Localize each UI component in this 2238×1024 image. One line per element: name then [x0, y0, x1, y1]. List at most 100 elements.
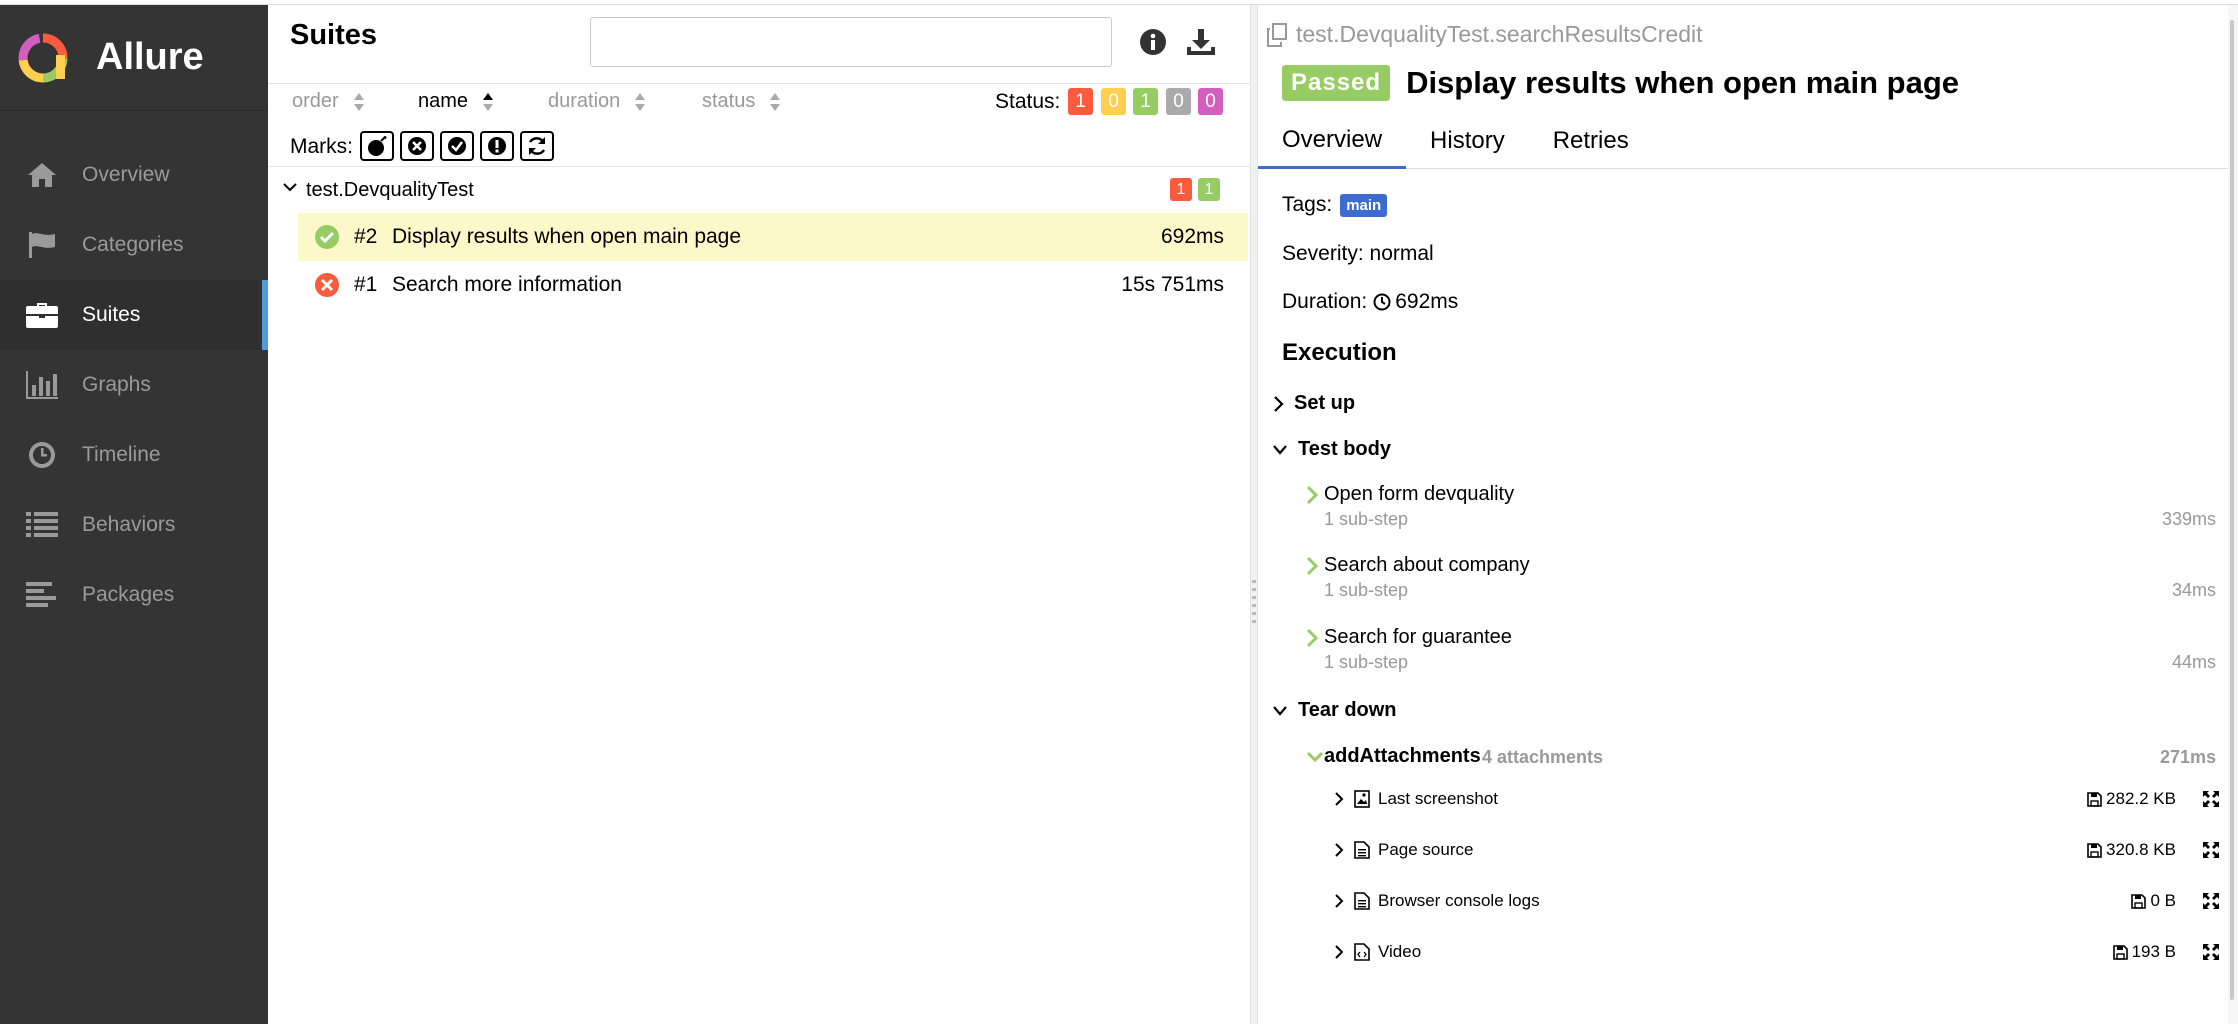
- attachment-size-text: 282.2 KB: [2106, 789, 2176, 808]
- chevron-right-icon: [1335, 945, 1344, 959]
- mark-new-broken-button[interactable]: [480, 131, 514, 161]
- teardown-step-name: addAttachments: [1324, 745, 1481, 767]
- sort-order[interactable]: order: [292, 90, 365, 113]
- step-substeps: 1 sub-step: [1324, 580, 1409, 600]
- expand-icon[interactable]: [2202, 790, 2220, 808]
- attachment-row[interactable]: Last screenshot 282.2 KB: [1334, 782, 2228, 816]
- suite-group-row[interactable]: test.DevqualityTest 1 1: [268, 167, 1250, 213]
- status-filter-unknown[interactable]: 0: [1198, 88, 1223, 115]
- allure-report-app: Allure Overview Categories Suites Graphs…: [0, 0, 2238, 1024]
- test-full-name-text: test.DevqualityTest.searchResultsCredit: [1296, 21, 1703, 47]
- step-row[interactable]: Open form devquality 1 sub-step 339ms: [1306, 483, 2216, 543]
- sort-name-label: name: [418, 90, 469, 112]
- duration-value: 692ms: [1395, 290, 1459, 313]
- severity-line: Severity: normal: [1282, 242, 1434, 265]
- tab-retries[interactable]: Retries: [1529, 113, 1653, 169]
- expand-icon[interactable]: [2202, 841, 2220, 859]
- status-badge: Passed: [1282, 65, 1391, 101]
- sort-status[interactable]: status: [702, 90, 781, 113]
- expand-icon[interactable]: [2202, 892, 2220, 910]
- sidebar-item-label: Timeline: [82, 443, 161, 466]
- scrollbar-thumb[interactable]: [2230, 20, 2234, 1000]
- sort-name[interactable]: name: [418, 90, 494, 113]
- setup-label: Set up: [1294, 392, 1356, 414]
- failed-status-icon: [315, 273, 339, 297]
- chevron-right-icon: [1306, 628, 1318, 648]
- sidebar-item-timeline[interactable]: Timeline: [0, 420, 268, 490]
- sidebar-item-packages[interactable]: Packages: [0, 560, 268, 630]
- marks-toolbar: Marks:: [268, 127, 1250, 167]
- home-icon: [26, 160, 58, 190]
- step-name: Search about company: [1324, 554, 1530, 576]
- tab-overview[interactable]: Overview: [1258, 113, 1407, 169]
- execution-title: Execution: [1282, 339, 1397, 366]
- status-filter-passed[interactable]: 1: [1133, 88, 1158, 115]
- sidebar-item-behaviors[interactable]: Behaviors: [0, 490, 268, 560]
- mark-new-failed-button[interactable]: [400, 131, 434, 161]
- attachment-row[interactable]: Video 193 B: [1334, 935, 2228, 969]
- save-icon: [2087, 842, 2102, 858]
- sidebar-item-overview[interactable]: Overview: [0, 140, 268, 210]
- allure-logo-icon: [18, 33, 68, 82]
- step-row[interactable]: Search about company 1 sub-step 34ms: [1306, 554, 2216, 614]
- marks-label: Marks:: [290, 135, 353, 158]
- copy-icon[interactable]: [1266, 22, 1288, 47]
- refresh-icon: [528, 137, 546, 155]
- attachment-size-text: 320.8 KB: [2106, 840, 2176, 859]
- sidebar-item-categories[interactable]: Categories: [0, 210, 268, 280]
- chevron-right-icon: [1306, 485, 1318, 505]
- step-row[interactable]: Search for guarantee 1 sub-step 44ms: [1306, 626, 2216, 686]
- chevron-right-icon: [1306, 556, 1318, 576]
- flag-icon: [26, 230, 58, 260]
- pane-splitter[interactable]: [1250, 5, 1258, 1024]
- sidebar-item-graphs[interactable]: Graphs: [0, 350, 268, 420]
- attachment-size: 0 B: [2131, 891, 2176, 911]
- step-duration: 34ms: [2171, 580, 2216, 600]
- group-passed-count: 1: [1198, 178, 1220, 201]
- sort-duration[interactable]: duration: [548, 90, 646, 113]
- testbody-section[interactable]: Test body: [1272, 438, 1391, 461]
- status-filter-failed[interactable]: 1: [1068, 88, 1093, 115]
- save-icon: [2112, 944, 2128, 960]
- attachments-count: 4 attachments: [1482, 747, 1604, 767]
- test-row[interactable]: #1 Search more information 15s 751ms: [298, 261, 1248, 309]
- info-icon[interactable]: [1136, 25, 1170, 59]
- mark-retries-button[interactable]: [520, 131, 554, 161]
- sort-toolbar: order name duration status Status: 1 0 1…: [268, 83, 1250, 127]
- sidebar-item-suites[interactable]: Suites: [0, 280, 268, 350]
- passed-status-icon: [315, 225, 339, 249]
- test-full-name[interactable]: test.DevqualityTest.searchResultsCredit: [1266, 21, 1703, 48]
- teardown-section[interactable]: Tear down: [1272, 699, 1397, 722]
- attachment-size: 320.8 KB: [2087, 840, 2176, 860]
- tab-history[interactable]: History: [1406, 113, 1529, 169]
- tags-label: Tags:: [1282, 193, 1333, 216]
- attachment-row[interactable]: Page source 320.8 KB: [1334, 833, 2228, 867]
- sort-icon: [770, 92, 781, 111]
- test-number: #1: [354, 273, 378, 296]
- chevron-right-icon: [1335, 843, 1344, 857]
- attachment-name: Last screenshot: [1378, 789, 1499, 808]
- page-title: Suites: [290, 19, 378, 51]
- chevron-down-icon: [283, 183, 297, 192]
- brand[interactable]: Allure: [0, 5, 268, 111]
- align-left-icon: [26, 580, 58, 610]
- teardown-step-row[interactable]: addAttachments 4 attachments 271ms: [1306, 745, 2216, 775]
- setup-section[interactable]: Set up: [1272, 392, 1355, 415]
- search-input[interactable]: [590, 17, 1112, 67]
- status-filter-skipped[interactable]: 0: [1166, 88, 1191, 115]
- sidebar-item-label: Packages: [82, 583, 175, 606]
- test-row[interactable]: #2 Display results when open main page 6…: [298, 213, 1248, 261]
- suite-group-name: test.DevqualityTest: [306, 179, 474, 201]
- mark-new-passed-button[interactable]: [440, 131, 474, 161]
- step-name: Open form devquality: [1324, 483, 1515, 505]
- step-duration: 339ms: [2161, 509, 2216, 529]
- expand-icon[interactable]: [2202, 943, 2220, 961]
- download-icon[interactable]: [1184, 25, 1218, 59]
- mark-flaky-button[interactable]: [360, 131, 394, 161]
- attachment-row[interactable]: Browser console logs 0 B: [1334, 884, 2228, 918]
- test-duration: 15s 751ms: [1121, 273, 1224, 296]
- sidebar: Allure Overview Categories Suites Graphs…: [0, 5, 268, 1024]
- tag-badge[interactable]: main: [1340, 193, 1388, 217]
- drag-handle-icon[interactable]: [1251, 580, 1257, 630]
- status-filter-broken[interactable]: 0: [1101, 88, 1126, 115]
